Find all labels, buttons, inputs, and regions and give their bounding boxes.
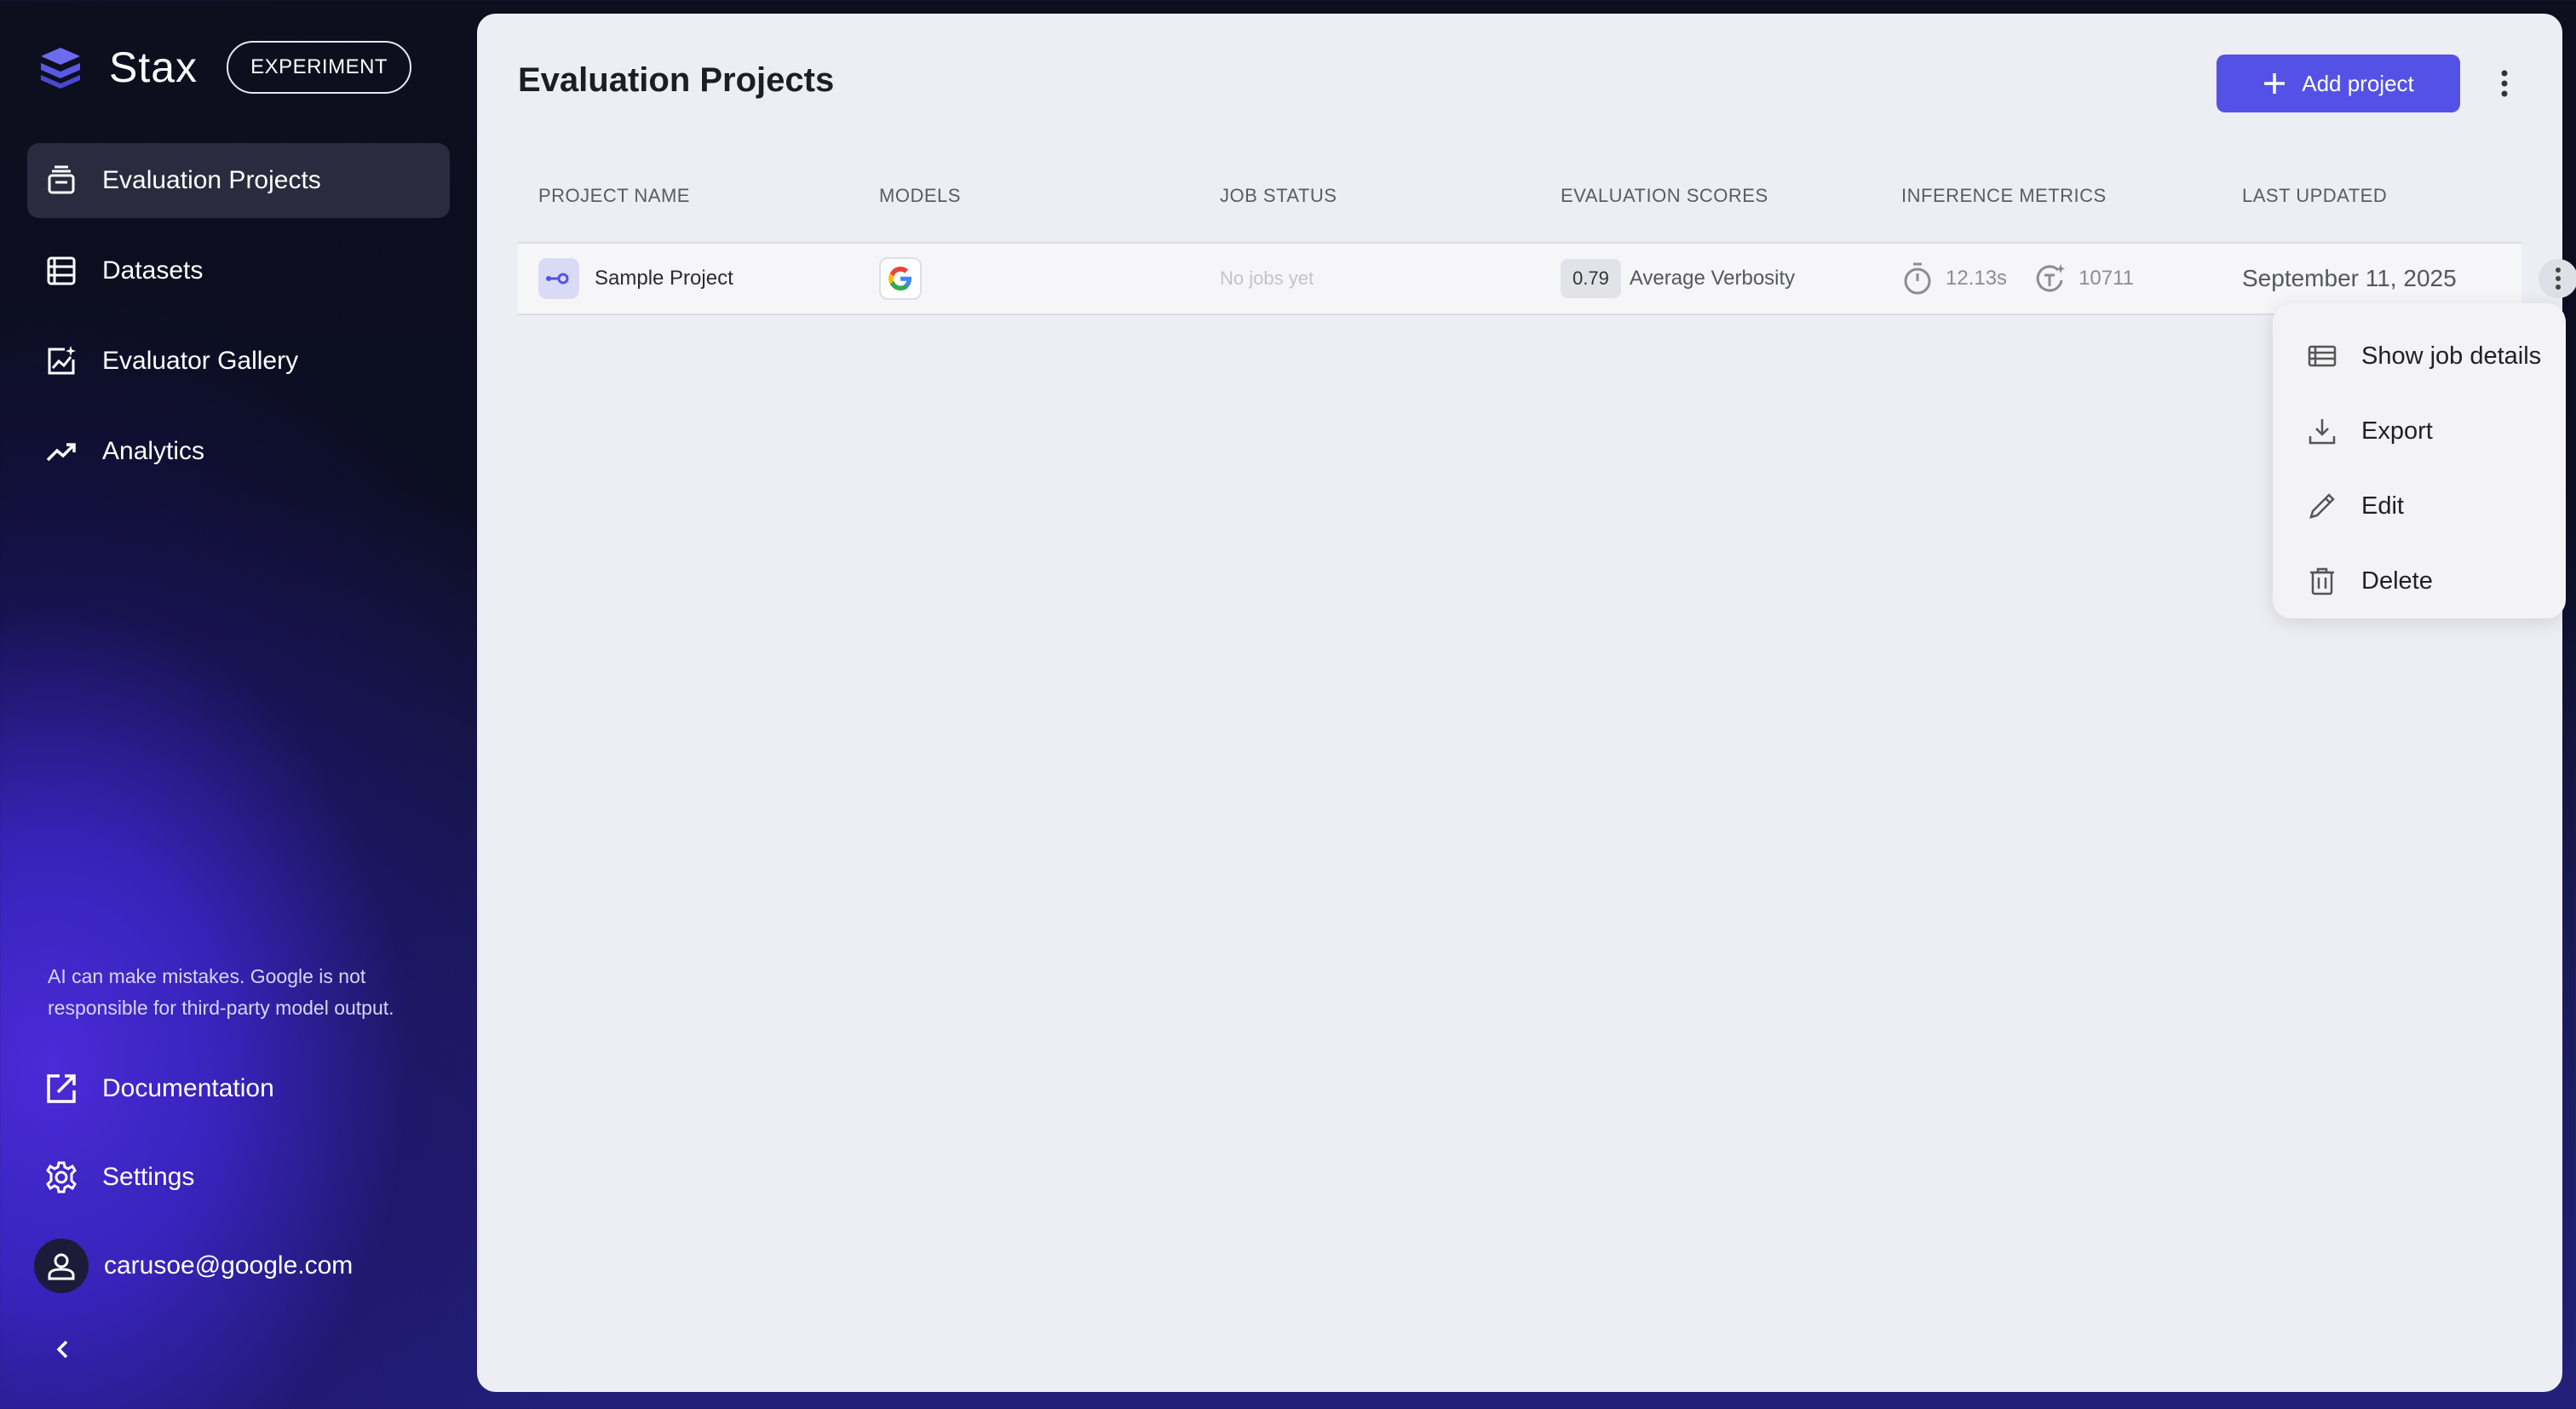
sidebar-item-label: Datasets	[102, 256, 204, 285]
more-vert-icon	[2556, 267, 2561, 290]
sidebar-nav: Evaluation Projects Datasets Evaluator G…	[27, 143, 450, 504]
projects-table: PROJECT NAME MODELS JOB STATUS EVALUATIO…	[518, 150, 2576, 315]
last-updated-date: September 11, 2025	[2242, 265, 2457, 291]
sidebar: Stax EXPERIMENT Evaluation Projects Data…	[0, 0, 477, 1409]
main-panel: Evaluation Projects Add project PROJECT …	[477, 14, 2576, 1392]
sidebar-item-label: Analytics	[102, 437, 205, 465]
column-header[interactable]: EVALUATION SCORES	[1561, 185, 1768, 207]
score-badge: 0.79	[1561, 259, 1621, 298]
column-header[interactable]: LAST UPDATED	[2242, 185, 2387, 207]
more-vert-icon	[2501, 70, 2508, 97]
sidebar-item-label: Evaluation Projects	[102, 166, 321, 194]
score-label: Average Verbosity	[1629, 267, 1796, 290]
column-header[interactable]: JOB STATUS	[1220, 185, 1337, 207]
menu-item-edit[interactable]: Edit	[2273, 469, 2566, 543]
brand: Stax EXPERIMENT	[37, 37, 412, 97]
project-link-icon	[538, 258, 579, 299]
menu-item-export[interactable]: Export	[2273, 394, 2566, 469]
experiment-badge: EXPERIMENT	[227, 41, 412, 94]
brand-name: Stax	[109, 43, 198, 91]
menu-item-label: Delete	[2361, 566, 2433, 595]
menu-item-label: Show job details	[2361, 342, 2542, 370]
table-header: PROJECT NAME MODELS JOB STATUS EVALUATIO…	[518, 150, 2521, 244]
chevron-left-icon	[56, 1340, 68, 1359]
download-icon	[2305, 414, 2339, 448]
gallery-icon	[43, 342, 80, 380]
external-link-icon	[43, 1070, 80, 1107]
person-icon	[48, 1253, 75, 1280]
user-account[interactable]: carusoe@google.com	[27, 1228, 450, 1303]
job-status-cell: No jobs yet	[1220, 267, 1314, 290]
project-name-cell[interactable]: Sample Project	[538, 258, 733, 299]
collapse-sidebar-button[interactable]	[44, 1331, 82, 1368]
models-cell	[879, 257, 922, 300]
latency-metric: 12.13s	[1901, 262, 2007, 296]
sidebar-item-evaluator-gallery[interactable]: Evaluator Gallery	[27, 324, 450, 399]
last-updated-cell: September 11, 2025	[2242, 265, 2457, 292]
inference-metrics-cell: 12.13s 10711	[1901, 262, 2159, 296]
menu-item-show-job-details[interactable]: Show job details	[2273, 319, 2566, 394]
sidebar-item-label: Settings	[102, 1163, 195, 1191]
sidebar-item-analytics[interactable]: Analytics	[27, 414, 450, 489]
stax-logo-icon	[41, 48, 80, 89]
token-icon	[2036, 264, 2066, 292]
gear-icon	[43, 1159, 80, 1196]
projects-icon	[43, 162, 80, 199]
row-more-button[interactable]	[2539, 259, 2576, 298]
avatar	[34, 1239, 89, 1293]
menu-item-delete[interactable]: Delete	[2273, 543, 2566, 618]
table-row[interactable]: Sample Project No jobs yet 0.79 Average …	[518, 244, 2576, 315]
add-project-label: Add project	[2302, 70, 2414, 96]
sidebar-item-label: Evaluator Gallery	[102, 347, 299, 375]
user-email: carusoe@google.com	[104, 1251, 354, 1280]
sidebar-item-settings[interactable]: Settings	[27, 1140, 450, 1215]
sidebar-item-datasets[interactable]: Datasets	[27, 233, 450, 308]
table-icon	[2305, 339, 2339, 373]
project-name: Sample Project	[595, 267, 733, 290]
tokens-value: 10711	[2079, 267, 2135, 290]
trash-icon	[2305, 564, 2339, 598]
row-context-menu: Show job details Export Edit Delete	[2273, 303, 2566, 618]
add-project-button[interactable]: Add project	[2217, 55, 2460, 112]
page-title: Evaluation Projects	[518, 61, 835, 99]
job-status-text: No jobs yet	[1220, 267, 1314, 289]
tokens-metric: 10711	[2033, 262, 2134, 296]
google-g-icon	[879, 257, 922, 300]
latency-value: 12.13s	[1946, 267, 2008, 290]
sidebar-item-label: Documentation	[102, 1074, 274, 1102]
column-header[interactable]: MODELS	[879, 185, 961, 207]
column-header[interactable]: PROJECT NAME	[538, 185, 690, 207]
plus-icon	[2263, 72, 2286, 95]
analytics-icon	[43, 433, 80, 470]
sidebar-item-evaluation-projects[interactable]: Evaluation Projects	[27, 143, 450, 218]
datasets-icon	[43, 252, 80, 290]
menu-item-label: Edit	[2361, 492, 2404, 520]
page-more-button[interactable]	[2486, 65, 2523, 102]
evaluation-score-cell: 0.79 Average Verbosity	[1561, 259, 1795, 298]
stopwatch-icon	[1904, 262, 1931, 295]
sidebar-bottom: Documentation Settings carusoe@google.co…	[27, 1051, 450, 1303]
ai-disclaimer: AI can make mistakes. Google is not resp…	[48, 965, 394, 1019]
column-header[interactable]: INFERENCE METRICS	[1901, 185, 2107, 207]
menu-item-label: Export	[2361, 417, 2433, 445]
pencil-icon	[2305, 489, 2339, 523]
sidebar-item-documentation[interactable]: Documentation	[27, 1051, 450, 1126]
